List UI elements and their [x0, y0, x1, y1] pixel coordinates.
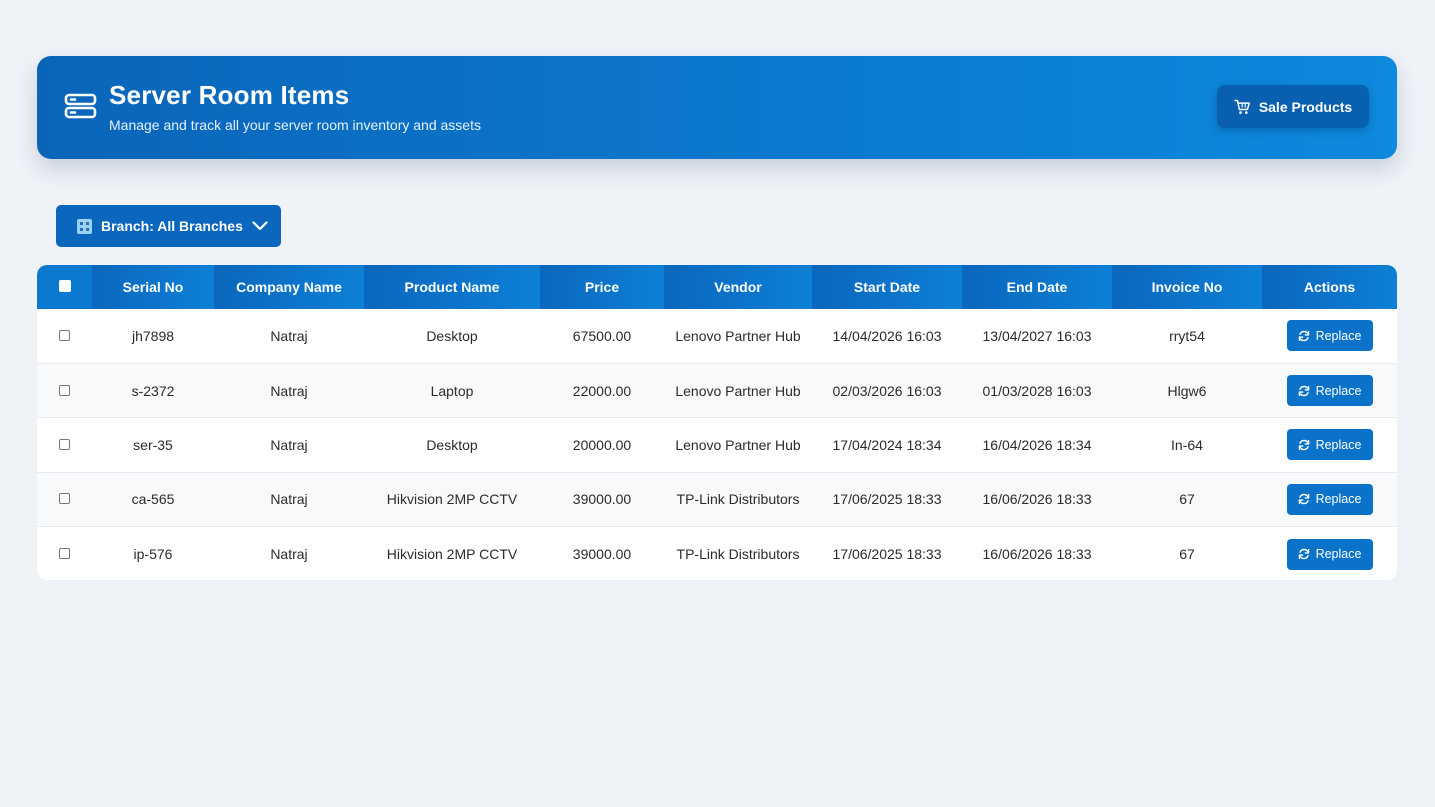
start-date-cell: 17/06/2025 18:33 [832, 546, 942, 562]
serial-no-cell: ser-35 [133, 436, 173, 453]
price-cell: 39000.00 [572, 546, 632, 562]
invoice-no-cell: 67 [1179, 546, 1195, 562]
price-cell: 20000.00 [572, 436, 632, 453]
serial-no-cell: ca-565 [131, 491, 175, 508]
replace-button[interactable]: Replace [1286, 538, 1373, 570]
column-header: Actions [1262, 265, 1397, 309]
table-row: s-2372 Natraj Laptop 22000.00 Lenovo Par… [37, 363, 1397, 418]
company-name-cell: Natraj [270, 382, 308, 399]
vendor-cell: TP-Link Distributors [676, 546, 800, 562]
product-name-cell: Desktop [426, 436, 478, 453]
price-cell: 22000.00 [572, 382, 632, 399]
cart-icon [1234, 99, 1250, 114]
start-date-cell: 17/06/2025 18:33 [832, 491, 942, 508]
refresh-icon [1298, 385, 1309, 396]
product-name-cell: Laptop [430, 382, 474, 399]
company-name-cell: Natraj [270, 546, 308, 562]
replace-button[interactable]: Replace [1286, 429, 1373, 461]
building-icon [77, 218, 92, 234]
serial-no-cell: ip-576 [133, 546, 173, 562]
replace-button[interactable]: Replace [1286, 483, 1373, 515]
row-checkbox[interactable] [59, 329, 70, 341]
table-header-row: Serial No Company Name Product Name Pric… [37, 265, 1397, 309]
replace-label: Replace [1315, 328, 1362, 343]
select-all-cell [37, 265, 92, 309]
row-checkbox[interactable] [59, 384, 70, 396]
start-date-cell: 02/03/2026 16:03 [832, 382, 942, 399]
product-name-cell: Desktop [426, 327, 478, 344]
end-date-cell: 16/06/2026 18:33 [982, 546, 1092, 562]
replace-button[interactable]: Replace [1286, 375, 1373, 407]
end-date-cell: 01/03/2028 16:03 [982, 382, 1092, 399]
vendor-cell: Lenovo Partner Hub [675, 327, 801, 344]
invoice-no-cell: 67 [1179, 491, 1195, 508]
table-row: ip-576 Natraj Hikvision 2MP CCTV 39000.0… [37, 527, 1397, 580]
vendor-cell: Lenovo Partner Hub [675, 436, 801, 453]
chevron-down-icon [252, 221, 268, 231]
invoice-no-cell: In-64 [1171, 436, 1203, 453]
page-subtitle: Manage and track all your server room in… [109, 117, 481, 133]
page-header: Server Room Items Manage and track all y… [37, 56, 1397, 159]
refresh-icon [1298, 494, 1309, 505]
table-row: ser-35 Natraj Desktop 20000.00 Lenovo Pa… [37, 418, 1397, 473]
items-table: Serial No Company Name Product Name Pric… [37, 265, 1397, 580]
price-cell: 67500.00 [572, 327, 632, 344]
vendor-cell: Lenovo Partner Hub [675, 382, 801, 399]
column-header[interactable]: Vendor [664, 265, 812, 309]
refresh-icon [1298, 439, 1309, 451]
vendor-cell: TP-Link Distributors [676, 491, 800, 508]
product-name-cell: Hikvision 2MP CCTV [386, 546, 518, 562]
column-header[interactable]: Invoice No [1112, 265, 1262, 309]
refresh-icon [1298, 548, 1309, 560]
serial-no-cell: s-2372 [131, 382, 175, 399]
invoice-no-cell: Hlgw6 [1167, 382, 1207, 399]
column-header[interactable]: Serial No [92, 265, 214, 309]
replace-label: Replace [1315, 437, 1362, 452]
branch-filter-dropdown[interactable]: Branch: All Branches [56, 205, 281, 247]
replace-button[interactable]: Replace [1286, 320, 1373, 352]
row-checkbox[interactable] [59, 438, 70, 450]
end-date-cell: 13/04/2027 16:03 [982, 327, 1092, 344]
company-name-cell: Natraj [270, 327, 308, 344]
invoice-no-cell: rryt54 [1169, 327, 1205, 344]
sale-products-button[interactable]: Sale Products [1217, 85, 1369, 128]
end-date-cell: 16/04/2026 18:34 [982, 436, 1092, 453]
row-checkbox[interactable] [59, 493, 70, 505]
table-row: jh7898 Natraj Desktop 67500.00 Lenovo Pa… [37, 309, 1397, 364]
product-name-cell: Hikvision 2MP CCTV [386, 491, 518, 508]
replace-label: Replace [1315, 492, 1362, 507]
start-date-cell: 17/04/2024 18:34 [832, 436, 942, 453]
start-date-cell: 14/04/2026 16:03 [832, 327, 942, 344]
table-row: ca-565 Natraj Hikvision 2MP CCTV 39000.0… [37, 472, 1397, 527]
company-name-cell: Natraj [270, 436, 308, 453]
column-header[interactable]: Start Date [812, 265, 962, 309]
column-header[interactable]: End Date [962, 265, 1112, 309]
replace-label: Replace [1315, 383, 1362, 398]
column-header[interactable]: Price [540, 265, 664, 309]
server-icon [64, 93, 97, 119]
price-cell: 39000.00 [572, 491, 632, 508]
refresh-icon [1298, 330, 1309, 342]
branch-filter-label: Branch: All Branches [101, 218, 243, 234]
sale-products-label: Sale Products [1258, 98, 1353, 115]
company-name-cell: Natraj [270, 491, 308, 508]
serial-no-cell: jh7898 [131, 327, 175, 344]
end-date-cell: 16/06/2026 18:33 [982, 491, 1092, 508]
column-header[interactable]: Product Name [364, 265, 540, 309]
row-checkbox[interactable] [59, 548, 70, 559]
replace-label: Replace [1315, 547, 1362, 561]
select-all-checkbox[interactable] [58, 280, 71, 292]
column-header[interactable]: Company Name [214, 265, 364, 309]
page-title: Server Room Items [109, 80, 350, 110]
